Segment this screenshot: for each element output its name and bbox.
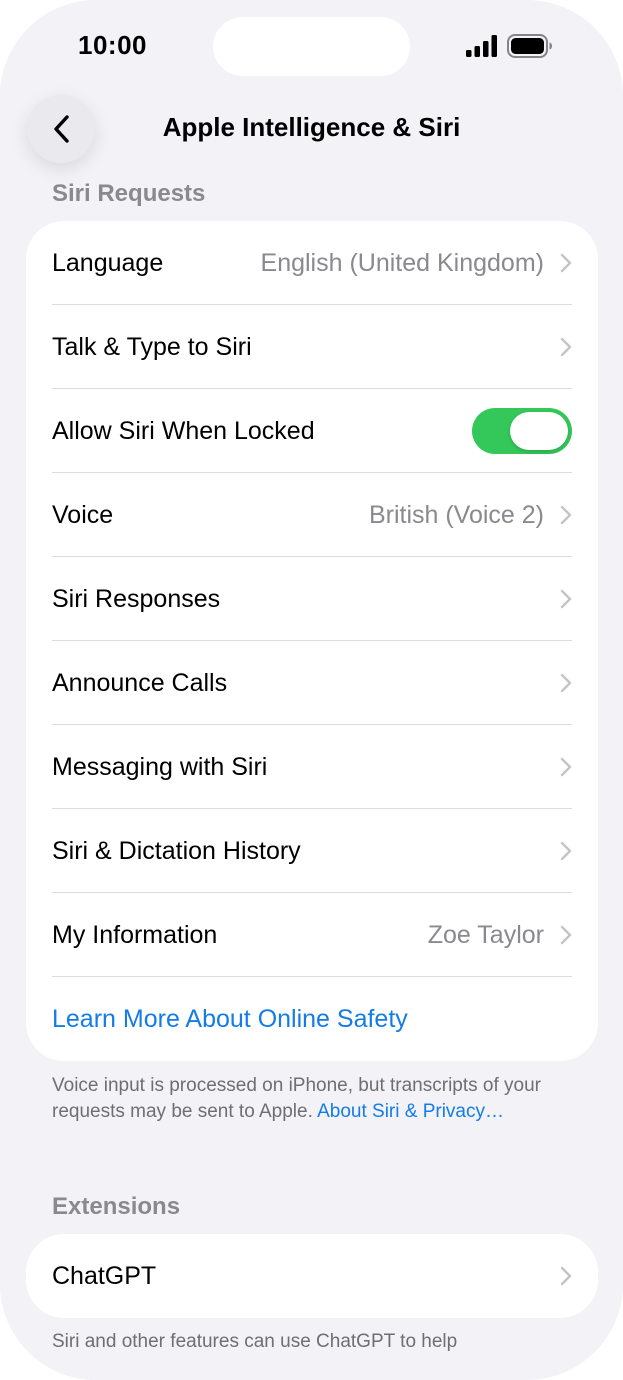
siri-requests-card: Language English (United Kingdom) Talk &… bbox=[26, 221, 598, 1061]
section-header-siri-requests: Siri Requests bbox=[52, 180, 206, 207]
row-label: Voice bbox=[52, 500, 114, 529]
row-voice[interactable]: Voice British (Voice 2) bbox=[26, 473, 598, 557]
chevron-right-icon bbox=[560, 505, 572, 525]
chevron-right-icon bbox=[560, 589, 572, 609]
extensions-footer: Siri and other features can use ChatGPT … bbox=[52, 1331, 458, 1352]
row-language[interactable]: Language English (United Kingdom) bbox=[26, 221, 598, 305]
row-announce-calls[interactable]: Announce Calls bbox=[26, 641, 598, 725]
siri-requests-footer: Voice input is processed on iPhone, but … bbox=[52, 1073, 572, 1125]
chevron-right-icon bbox=[560, 253, 572, 273]
row-label: Messaging with Siri bbox=[52, 752, 268, 781]
row-label: Language bbox=[52, 248, 164, 277]
cellular-signal-icon bbox=[466, 35, 497, 57]
chevron-right-icon bbox=[560, 757, 572, 777]
page-title: Apple Intelligence & Siri bbox=[162, 112, 461, 142]
chevron-right-icon bbox=[560, 673, 572, 693]
row-my-information[interactable]: My Information Zoe Taylor bbox=[26, 893, 598, 977]
section-header-extensions: Extensions bbox=[52, 1193, 181, 1220]
allow-siri-when-locked-toggle[interactable] bbox=[472, 408, 572, 454]
row-allow-siri-when-locked: Allow Siri When Locked bbox=[26, 389, 598, 473]
row-label: Talk & Type to Siri bbox=[52, 332, 252, 361]
row-chatgpt[interactable]: ChatGPT bbox=[26, 1234, 598, 1318]
phone-screen: 10:00 Apple Intelligence & Siri Siri Req… bbox=[0, 0, 623, 1380]
about-siri-privacy-link[interactable]: About Siri & Privacy… bbox=[317, 1101, 504, 1122]
toggle-knob bbox=[510, 412, 568, 450]
battery-icon bbox=[507, 34, 552, 58]
row-label: My Information bbox=[52, 920, 218, 949]
dynamic-island bbox=[213, 17, 410, 76]
learn-more-online-safety-link[interactable]: Learn More About Online Safety bbox=[52, 1005, 408, 1034]
chevron-right-icon bbox=[560, 337, 572, 357]
chevron-right-icon bbox=[560, 925, 572, 945]
row-siri-responses[interactable]: Siri Responses bbox=[26, 557, 598, 641]
chevron-right-icon bbox=[560, 1266, 572, 1286]
row-label: Announce Calls bbox=[52, 668, 228, 697]
row-value: English (United Kingdom) bbox=[260, 248, 544, 277]
row-label: Allow Siri When Locked bbox=[52, 416, 315, 445]
chevron-right-icon bbox=[560, 841, 572, 861]
status-time: 10:00 bbox=[78, 30, 147, 60]
row-siri-dictation-history[interactable]: Siri & Dictation History bbox=[26, 809, 598, 893]
row-talk-type-to-siri[interactable]: Talk & Type to Siri bbox=[26, 305, 598, 389]
row-label: Siri Responses bbox=[52, 584, 221, 613]
row-label: ChatGPT bbox=[52, 1261, 157, 1290]
row-messaging-with-siri[interactable]: Messaging with Siri bbox=[26, 725, 598, 809]
row-value: Zoe Taylor bbox=[427, 920, 544, 949]
row-value: British (Voice 2) bbox=[368, 500, 544, 529]
row-label: Siri & Dictation History bbox=[52, 836, 301, 865]
extensions-card: ChatGPT bbox=[26, 1234, 598, 1318]
row-online-safety-link[interactable]: Learn More About Online Safety bbox=[26, 977, 598, 1061]
